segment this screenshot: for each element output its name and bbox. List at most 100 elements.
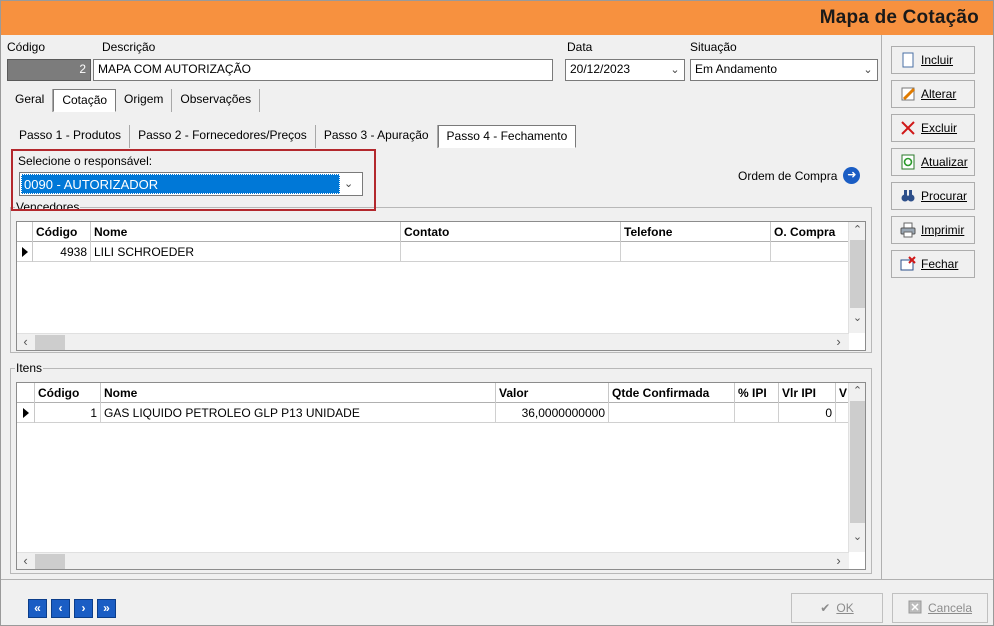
cell-nome: LILI SCHROEDER <box>91 242 401 262</box>
first-record-button[interactable]: « <box>28 599 47 618</box>
tab-observacoes[interactable]: Observações <box>172 89 261 112</box>
col-codigo[interactable]: Código <box>35 383 101 403</box>
tab-cotacao[interactable]: Cotação <box>53 89 117 112</box>
previous-record-button[interactable]: ‹ <box>51 599 70 618</box>
procurar-button[interactable]: Procurar <box>891 182 975 210</box>
responsavel-select[interactable]: 0090 - AUTORIZADOR ⌄ <box>19 172 363 196</box>
excluir-label: Excluir <box>921 121 958 135</box>
itens-grid[interactable]: Código Nome Valor Qtde Confirmada % IPI … <box>16 382 866 570</box>
col-vlr-ipi[interactable]: Vlr IPI <box>779 383 836 403</box>
col-qtde-confirmada[interactable]: Qtde Confirmada <box>609 383 735 403</box>
scroll-right-icon[interactable]: › <box>830 553 847 570</box>
close-window-icon <box>900 256 916 272</box>
scroll-down-icon[interactable]: ⌄ <box>849 310 866 327</box>
tab-passo-1[interactable]: Passo 1 - Produtos <box>11 125 131 148</box>
check-icon: ✔ <box>820 601 831 615</box>
scroll-thumb[interactable] <box>850 240 865 308</box>
descricao-field[interactable]: MAPA COM AUTORIZAÇÃO <box>93 59 553 81</box>
alterar-button[interactable]: Alterar <box>891 80 975 108</box>
fechar-button[interactable]: Fechar <box>891 250 975 278</box>
scroll-up-icon[interactable]: ⌃ <box>849 383 866 400</box>
imprimir-button[interactable]: Imprimir <box>891 216 975 244</box>
row-pointer-icon <box>17 403 35 423</box>
chevron-down-icon[interactable]: ⌄ <box>862 63 874 77</box>
col-nome[interactable]: Nome <box>91 222 401 242</box>
col-telefone[interactable]: Telefone <box>621 222 771 242</box>
descricao-label: Descrição <box>102 40 156 54</box>
step-tabs: Passo 1 - Produtos Passo 2 - Fornecedore… <box>11 125 577 148</box>
table-row[interactable]: 4938 LILI SCHROEDER <box>17 242 849 262</box>
scroll-down-icon[interactable]: ⌄ <box>849 529 866 546</box>
new-document-icon <box>900 52 916 68</box>
scroll-up-icon[interactable]: ⌃ <box>849 222 866 239</box>
main-window: Mapa de Cotação Código 2 Descrição MAPA … <box>0 0 994 626</box>
incluir-button[interactable]: Incluir <box>891 46 975 74</box>
fechar-label: Fechar <box>921 257 959 271</box>
itens-title: Itens <box>15 361 44 375</box>
tab-passo-2[interactable]: Passo 2 - Fornecedores/Preços <box>130 125 316 148</box>
panel-divider <box>881 35 882 580</box>
horizontal-scrollbar[interactable]: ‹ › <box>17 552 849 569</box>
vertical-scrollbar[interactable]: ⌃ ⌄ <box>848 222 865 333</box>
tab-origem[interactable]: Origem <box>116 89 173 112</box>
cancela-button[interactable]: Cancela <box>892 593 988 623</box>
row-pointer-icon <box>17 242 33 262</box>
situacao-select[interactable]: Em Andamento ⌄ <box>690 59 878 81</box>
scroll-right-icon[interactable]: › <box>830 334 847 351</box>
codigo-label: Código <box>7 40 46 54</box>
cell-ipi <box>735 403 779 423</box>
alterar-label: Alterar <box>921 87 957 101</box>
chevron-down-icon[interactable]: ⌄ <box>344 177 358 191</box>
situacao-label: Situação <box>690 40 737 54</box>
data-label: Data <box>567 40 593 54</box>
scroll-thumb[interactable] <box>850 401 865 523</box>
edit-pencil-icon <box>900 86 916 102</box>
main-tabs: Geral Cotação Origem Observações <box>7 89 261 112</box>
col-nome[interactable]: Nome <box>101 383 496 403</box>
col-codigo[interactable]: Código <box>33 222 91 242</box>
cancela-label: Cancela <box>927 601 973 615</box>
codigo-field[interactable]: 2 <box>7 59 91 81</box>
tab-geral[interactable]: Geral <box>7 89 54 112</box>
tab-passo-3[interactable]: Passo 3 - Apuração <box>315 125 438 148</box>
table-row[interactable]: 1 GAS LIQUIDO PETROLEO GLP P13 UNIDADE 3… <box>17 403 849 423</box>
scroll-thumb[interactable] <box>35 554 65 569</box>
cell-telefone <box>621 242 771 262</box>
cell-codigo: 1 <box>35 403 101 423</box>
col-o-compra[interactable]: O. Compra <box>771 222 849 242</box>
col-ipi[interactable]: % IPI <box>735 383 779 403</box>
cell-vlr-ipi: 0 <box>779 403 836 423</box>
tab-passo-4[interactable]: Passo 4 - Fechamento <box>437 125 577 148</box>
title-bar: Mapa de Cotação <box>1 1 993 35</box>
arrow-right-icon: ➜ <box>843 167 861 184</box>
row-indicator-header <box>17 222 33 242</box>
descricao-value: MAPA COM AUTORIZAÇÃO <box>98 62 251 76</box>
ordem-compra-link[interactable]: Ordem de Compra ➜ <box>738 167 861 184</box>
data-field[interactable]: 20/12/2023 ⌄ <box>565 59 685 81</box>
horizontal-scrollbar[interactable]: ‹ › <box>17 333 849 350</box>
scroll-left-icon[interactable]: ‹ <box>17 553 34 570</box>
scroll-thumb[interactable] <box>35 335 65 350</box>
cell-o-compra <box>771 242 849 262</box>
chevron-down-icon[interactable]: ⌄ <box>669 63 681 77</box>
next-record-button[interactable]: › <box>74 599 93 618</box>
data-value: 20/12/2023 <box>570 62 631 76</box>
col-valor[interactable]: Valor <box>496 383 609 403</box>
imprimir-label: Imprimir <box>921 223 965 237</box>
cell-qtde-confirmada <box>609 403 735 423</box>
refresh-icon <box>900 154 916 170</box>
vertical-scrollbar[interactable]: ⌃ ⌄ <box>848 383 865 552</box>
binoculars-icon <box>900 188 916 204</box>
col-contato[interactable]: Contato <box>401 222 621 242</box>
last-record-button[interactable]: » <box>97 599 116 618</box>
excluir-button[interactable]: Excluir <box>891 114 975 142</box>
cell-codigo: 4938 <box>33 242 91 262</box>
delete-x-icon <box>900 120 916 136</box>
ok-button[interactable]: ✔ OK <box>791 593 883 623</box>
vencedores-grid[interactable]: Código Nome Contato Telefone O. Compra 4… <box>16 221 866 351</box>
atualizar-button[interactable]: Atualizar <box>891 148 975 176</box>
responsavel-label: Selecione o responsável: <box>18 154 153 168</box>
cell-valor: 36,0000000000 <box>496 403 609 423</box>
responsavel-value: 0090 - AUTORIZADOR <box>21 174 340 194</box>
scroll-left-icon[interactable]: ‹ <box>17 334 34 351</box>
